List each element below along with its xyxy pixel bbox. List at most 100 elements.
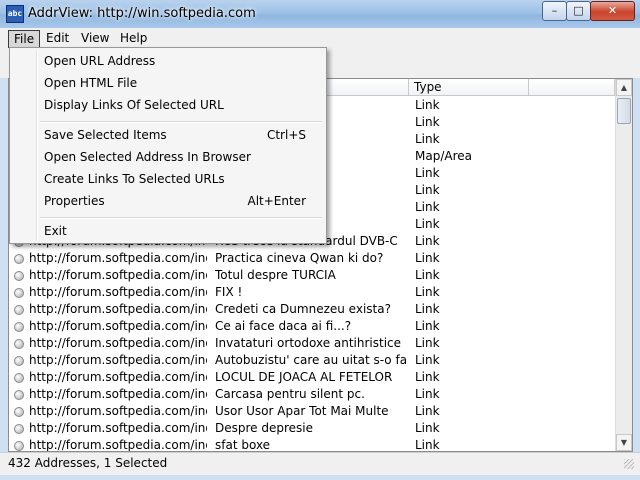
title-bar[interactable]: abc AddrView: http://win.softpedia.com –… (0, 0, 640, 28)
row-title: Practica cineva Qwan ki do? (215, 251, 384, 265)
row-title: Autobuzistu' care au uitat s-o fac... (215, 353, 407, 367)
row-address: http://forum.softpedia.com/ind... (29, 319, 207, 333)
menu-item-open-html[interactable]: Open HTML File (12, 72, 324, 94)
table-row[interactable]: http://forum.softpedia.com/ind... Usor Us… (9, 403, 615, 420)
row-type: Map/Area (415, 149, 472, 163)
table-row[interactable]: http://forum.softpedia.com/ind... LOCUL D… (9, 369, 615, 386)
status-dot-icon (14, 339, 24, 349)
table-row[interactable]: http://forum.softpedia.com/ind... Autobuz… (9, 352, 615, 369)
row-title: Carcasa pentru silent pc. (215, 387, 365, 401)
row-type: Link (415, 268, 440, 282)
row-title: Invataturi ortodoxe antihristice (215, 336, 402, 350)
row-address: http://forum.softpedia.com/ind... (29, 421, 207, 435)
app-window: abc AddrView: http://win.softpedia.com –… (0, 0, 640, 480)
menu-item-display-links[interactable]: Display Links Of Selected URL (12, 94, 324, 116)
file-menu-dropdown: Open URL Address Open HTML File Display … (9, 47, 327, 244)
vertical-scrollbar[interactable]: ▲ ▼ (615, 79, 632, 451)
table-row[interactable]: http://forum.softpedia.com/ind... Invatat… (9, 335, 615, 352)
menu-file[interactable]: File (8, 30, 41, 48)
table-row[interactable]: http://forum.softpedia.com/ind... Ce ai f… (9, 318, 615, 335)
menu-item-shortcut: Alt+Enter (247, 194, 306, 208)
row-type: Link (415, 166, 440, 180)
menu-item-label: Display Links Of Selected URL (44, 98, 224, 112)
status-dot-icon (14, 322, 24, 332)
table-row[interactable]: http://forum.softpedia.com/ind... Practic… (9, 250, 615, 267)
row-type: Link (415, 438, 440, 452)
scroll-thumb[interactable] (617, 98, 631, 124)
menu-item-create-links[interactable]: Create Links To Selected URLs (12, 168, 324, 190)
window-title: AddrView: http://win.softpedia.com (28, 6, 256, 21)
menu-item-properties[interactable]: Properties Alt+Enter (12, 190, 324, 212)
menu-view[interactable]: View (76, 30, 114, 46)
menu-item-label: Open Selected Address In Browser (44, 150, 251, 164)
status-text: 432 Addresses, 1 Selected (8, 456, 168, 470)
row-type: Link (415, 115, 440, 129)
column-header-extra[interactable] (529, 79, 615, 96)
row-title: sfat boxe (215, 438, 271, 452)
menu-help[interactable]: Help (115, 30, 152, 46)
row-address: http://forum.softpedia.com/ind... (29, 404, 207, 418)
menu-edit[interactable]: Edit (41, 30, 74, 46)
row-type: Link (415, 183, 440, 197)
status-dot-icon (14, 441, 24, 451)
status-dot-icon (14, 373, 24, 383)
table-row[interactable]: http://forum.softpedia.com/ind... sfat bo… (9, 437, 615, 452)
maximize-button[interactable]: □ (566, 1, 591, 21)
row-address: http://forum.softpedia.com/ind... (29, 251, 207, 265)
row-type: Link (415, 234, 440, 248)
menu-item-label: Open URL Address (44, 54, 156, 68)
row-type: Link (415, 285, 440, 299)
row-type: Link (415, 200, 440, 214)
row-type: Link (415, 336, 440, 350)
menu-item-shortcut: Ctrl+S (266, 128, 306, 142)
status-bar: 432 Addresses, 1 Selected (0, 452, 640, 475)
row-address: http://forum.softpedia.com/ind... (29, 336, 207, 350)
table-row[interactable]: http://forum.softpedia.com/ind... FIX ! Li… (9, 284, 615, 301)
status-dot-icon (14, 305, 24, 315)
table-row[interactable]: http://forum.softpedia.com/ind... Carcasa… (9, 386, 615, 403)
menu-bar: File Edit View Help (0, 28, 640, 49)
row-type: Link (415, 217, 440, 231)
row-type: Link (415, 387, 440, 401)
status-dot-icon (14, 407, 24, 417)
row-type: Link (415, 370, 440, 384)
row-type: Link (415, 98, 440, 112)
minimize-button[interactable]: – (542, 1, 567, 21)
scroll-up-button[interactable]: ▲ (616, 79, 632, 96)
row-title: Usor Usor Apar Tot Mai Multe (215, 404, 389, 418)
menu-item-exit[interactable]: Exit (12, 220, 324, 242)
status-dot-icon (14, 288, 24, 298)
status-dot-icon (14, 254, 24, 264)
row-address: http://forum.softpedia.com/ind... (29, 285, 207, 299)
table-row[interactable]: http://forum.softpedia.com/ind... Totul d… (9, 267, 615, 284)
row-title: FIX ! (215, 285, 243, 299)
row-type: Link (415, 319, 440, 333)
menu-item-label: Exit (44, 224, 67, 238)
close-button[interactable]: ✕ (590, 1, 635, 21)
row-type: Link (415, 132, 440, 146)
row-type: Link (415, 302, 440, 316)
menu-item-open-in-browser[interactable]: Open Selected Address In Browser (12, 146, 324, 168)
table-row[interactable]: http://forum.softpedia.com/ind... Credeti… (9, 301, 615, 318)
row-title: Credeti ca Dumnezeu exista? (215, 302, 391, 316)
resize-grip-icon[interactable] (624, 459, 634, 469)
app-icon: abc (6, 5, 24, 23)
menu-separator (40, 121, 322, 123)
menu-item-open-url[interactable]: Open URL Address (12, 50, 324, 72)
row-type: Link (415, 353, 440, 367)
row-address: http://forum.softpedia.com/ind... (29, 302, 207, 316)
menu-item-save-selected[interactable]: Save Selected Items Ctrl+S (12, 124, 324, 146)
menu-separator (40, 217, 322, 219)
table-row[interactable]: http://forum.softpedia.com/ind... Despre … (9, 420, 615, 437)
scroll-down-button[interactable]: ▼ (616, 434, 632, 451)
row-address: http://forum.softpedia.com/ind... (29, 268, 207, 282)
status-dot-icon (14, 390, 24, 400)
column-header-type[interactable]: Type (409, 79, 529, 96)
row-address: http://forum.softpedia.com/ind... (29, 353, 207, 367)
row-title: Despre depresie (215, 421, 313, 435)
row-title: Totul despre TURCIA (215, 268, 336, 282)
row-type: Link (415, 251, 440, 265)
row-address: http://forum.softpedia.com/ind... (29, 387, 207, 401)
row-title: LOCUL DE JOACA AL FETELOR (215, 370, 393, 384)
row-type: Link (415, 421, 440, 435)
